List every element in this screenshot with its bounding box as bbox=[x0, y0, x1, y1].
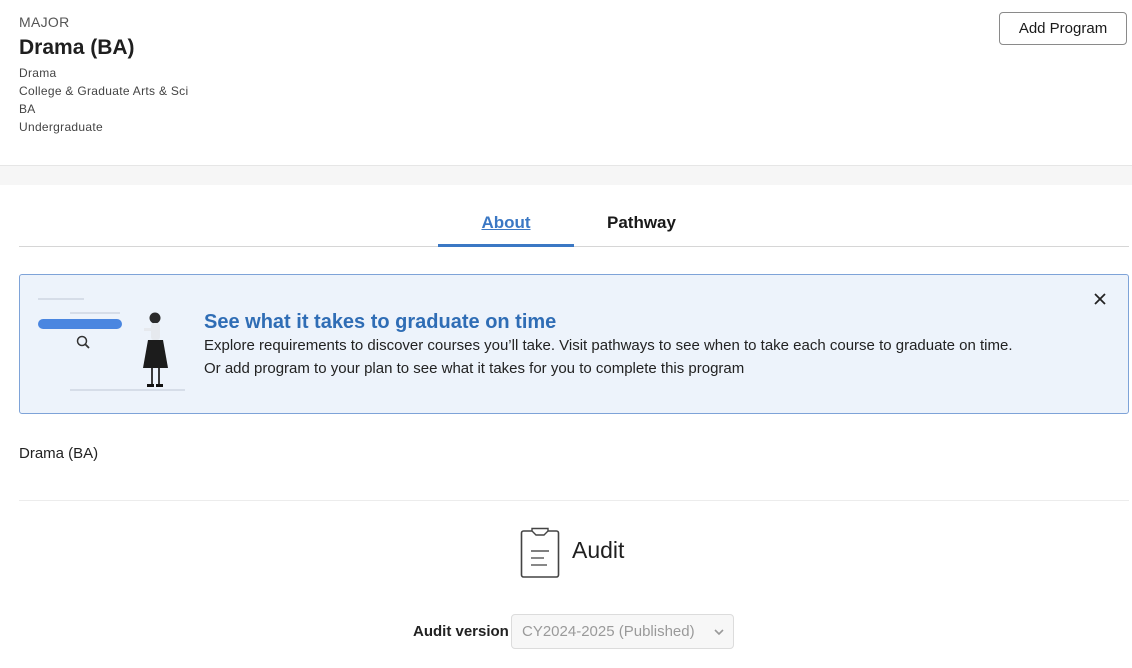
program-name: Drama (BA) bbox=[19, 445, 99, 462]
program-header: MAJOR Drama (BA) Drama College & Graduat… bbox=[19, 14, 188, 136]
program-college: College & Graduate Arts & Sci bbox=[19, 84, 189, 98]
audit-version-select[interactable]: CY2024-2025 (Published) bbox=[511, 614, 734, 649]
tab-about[interactable]: About bbox=[438, 200, 574, 247]
graduate-on-time-banner: See what it takes to graduate on time Ex… bbox=[19, 274, 1129, 414]
program-level: Undergraduate bbox=[19, 120, 103, 134]
student-illustration bbox=[38, 298, 185, 391]
close-icon[interactable] bbox=[1090, 289, 1110, 309]
divider bbox=[19, 500, 1129, 501]
audit-heading: Audit bbox=[572, 537, 625, 563]
banner-text-line-2: Or add program to your plan to see what … bbox=[204, 360, 745, 377]
program-department: Drama bbox=[19, 66, 57, 80]
add-program-button[interactable]: Add Program bbox=[999, 12, 1127, 45]
banner-title: See what it takes to graduate on time bbox=[204, 311, 557, 333]
banner-text-line-1: Explore requirements to discover courses… bbox=[204, 337, 1013, 354]
tab-pathway-label: Pathway bbox=[607, 213, 676, 232]
audit-version-label: Audit version bbox=[413, 623, 509, 640]
chevron-down-icon bbox=[714, 629, 724, 636]
tab-bar: About Pathway bbox=[19, 200, 1129, 247]
program-kind: MAJOR bbox=[19, 14, 70, 30]
page-title: Drama (BA) bbox=[19, 36, 135, 59]
tab-about-label: About bbox=[481, 213, 531, 232]
program-meta: Drama College & Graduate Arts & Sci BA U… bbox=[19, 64, 188, 136]
audit-version-value: CY2024-2025 (Published) bbox=[522, 623, 695, 640]
tab-pathway[interactable]: Pathway bbox=[574, 200, 709, 246]
program-degree: BA bbox=[19, 102, 36, 116]
clipboard-icon bbox=[520, 527, 560, 578]
section-divider-band bbox=[0, 165, 1132, 185]
